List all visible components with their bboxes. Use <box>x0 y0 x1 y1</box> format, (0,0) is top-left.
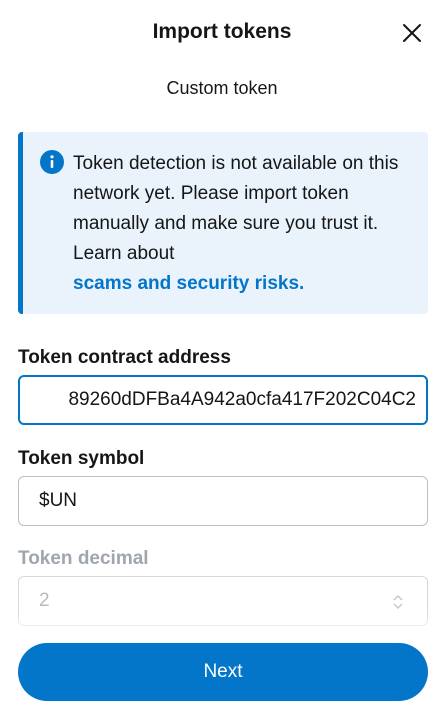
stepper-arrows-icon <box>393 594 403 610</box>
tab-custom-token[interactable]: Custom token <box>0 78 444 99</box>
token-decimal-value: 2 <box>39 590 50 611</box>
modal-header: Import tokens <box>0 0 444 66</box>
page-title: Import tokens <box>152 20 292 43</box>
contract-address-input[interactable]: 89260dDFBa4A942a0cfa417F202C04C2 <box>18 375 428 425</box>
info-icon <box>40 150 64 174</box>
contract-address-value: 89260dDFBa4A942a0cfa417F202C04C2 <box>68 389 416 410</box>
close-icon <box>403 24 421 42</box>
close-button[interactable] <box>398 19 426 47</box>
info-banner: Token detection is not available on this… <box>18 132 428 314</box>
banner-text: Token detection is not available on this… <box>73 153 399 264</box>
scroll-fade <box>0 610 444 640</box>
scams-security-link[interactable]: scams and security risks. <box>73 269 415 299</box>
token-symbol-input[interactable] <box>18 476 428 526</box>
contract-address-label: Token contract address <box>18 347 231 368</box>
next-button[interactable]: Next <box>18 643 428 701</box>
token-decimal-label: Token decimal <box>18 548 149 569</box>
import-tokens-modal: Import tokens Custom token Token detecti… <box>0 0 444 715</box>
token-symbol-label: Token symbol <box>18 448 145 469</box>
banner-message: Token detection is not available on this… <box>73 149 415 299</box>
